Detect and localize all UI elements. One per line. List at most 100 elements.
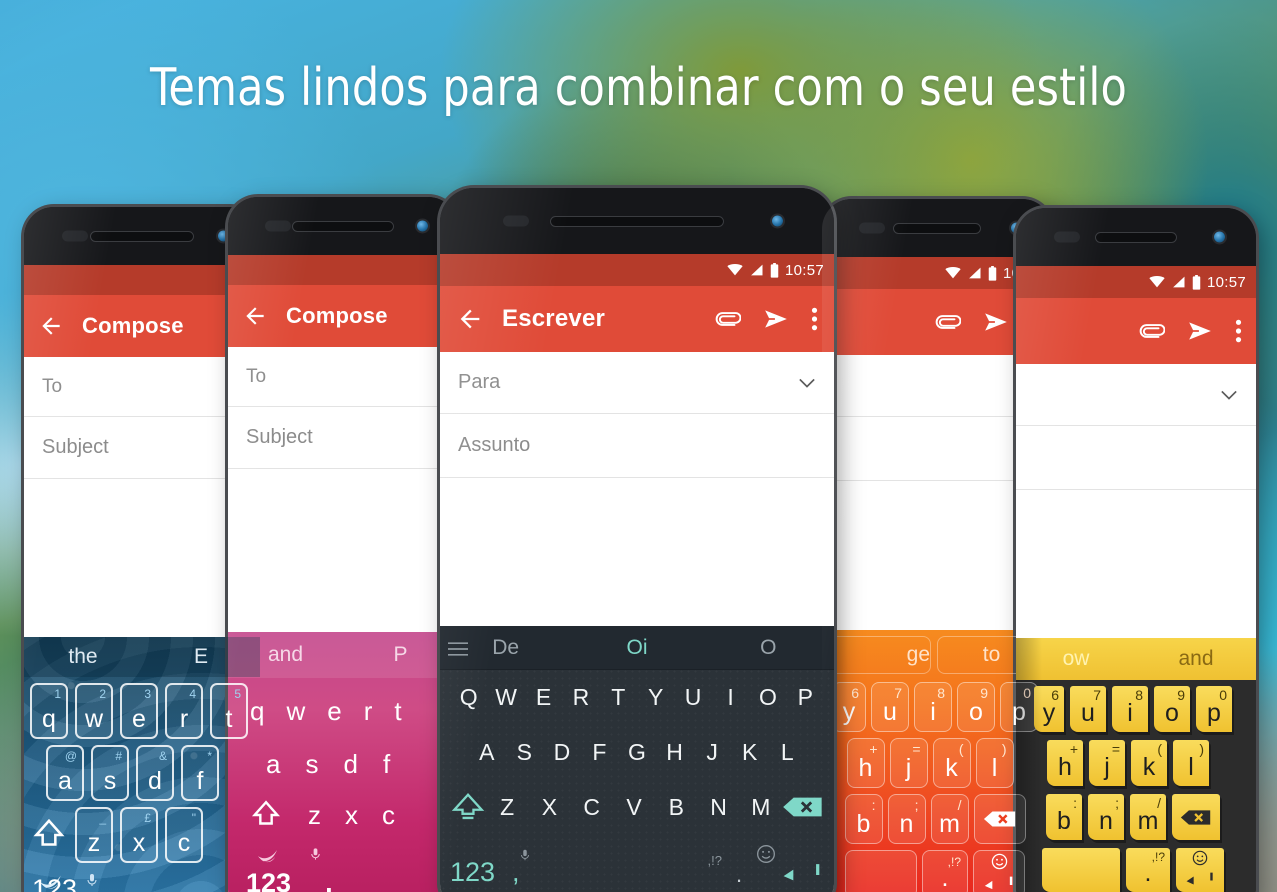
back-arrow-icon[interactable]: [242, 303, 268, 329]
space-key[interactable]: [845, 850, 917, 892]
hamburger-menu-icon[interactable]: [448, 641, 468, 657]
key-s[interactable]: s: [305, 749, 318, 780]
key-j[interactable]: = j: [889, 738, 928, 788]
comma-key[interactable]: ,: [325, 868, 333, 892]
key-t[interactable]: t: [394, 696, 401, 727]
key-i[interactable]: 8 i: [1112, 686, 1148, 732]
microphone-icon[interactable]: [308, 843, 323, 865]
back-arrow-icon[interactable]: [38, 313, 64, 339]
key-x[interactable]: x: [345, 800, 358, 831]
key-T[interactable]: T: [600, 684, 637, 711]
key-s[interactable]: # s: [91, 745, 129, 801]
emoji-icon[interactable]: [991, 853, 1008, 870]
key-J[interactable]: J: [693, 739, 731, 766]
key-X[interactable]: X: [528, 794, 570, 821]
keyboard-yellow-gold[interactable]: ow and 6 y 7 u 8 i 9 o 0 p + h = j (k)…: [1016, 638, 1256, 892]
key-Q[interactable]: Q: [450, 684, 487, 711]
suggestion-item-selected[interactable]: Oi: [571, 636, 702, 660]
key-O[interactable]: O: [749, 684, 786, 711]
microphone-icon[interactable]: [84, 868, 100, 892]
paperclip-icon[interactable]: [935, 309, 961, 335]
send-icon[interactable]: [1187, 318, 1213, 344]
key-k[interactable]: ( k: [1131, 740, 1167, 786]
subject-field[interactable]: Subject: [228, 407, 458, 469]
key-i[interactable]: 8 i: [914, 682, 952, 732]
enter-icon[interactable]: [780, 862, 824, 888]
microphone-icon[interactable]: [518, 844, 532, 866]
suggestion-bar[interactable]: the E: [24, 637, 260, 677]
key-w[interactable]: 2 w: [75, 683, 113, 739]
key-k[interactable]: ( k: [932, 738, 971, 788]
shift-icon[interactable]: [30, 810, 68, 860]
key-b[interactable]: : b: [1046, 794, 1082, 840]
numeric-key[interactable]: 123: [32, 874, 77, 892]
key-K[interactable]: K: [731, 739, 769, 766]
key-d[interactable]: & d: [136, 745, 174, 801]
paperclip-icon[interactable]: [1139, 318, 1165, 344]
suggestion-bar[interactable]: and P: [228, 632, 458, 678]
key-F[interactable]: F: [581, 739, 619, 766]
backspace-icon[interactable]: [1180, 808, 1212, 827]
keyboard-dark-teal[interactable]: De Oi O Q W E R T Y U I O P A S D F G H …: [440, 626, 834, 892]
key-l[interactable]: ) l: [1173, 740, 1209, 786]
to-field[interactable]: Para: [440, 352, 834, 414]
key-m[interactable]: / m: [930, 794, 969, 844]
key-h[interactable]: + h: [846, 738, 885, 788]
key-p[interactable]: 0 p: [1196, 686, 1232, 732]
suggestion-item[interactable]: the: [24, 645, 142, 669]
send-icon[interactable]: [763, 306, 789, 332]
emoji-icon[interactable]: [756, 844, 776, 864]
keyboard-pink-gradient[interactable]: and P q w e r t a s d f z x c 123 ,: [228, 632, 458, 892]
to-field[interactable]: To: [24, 357, 260, 417]
key-I[interactable]: I: [712, 684, 749, 711]
key-R[interactable]: R: [562, 684, 599, 711]
key-q[interactable]: q: [250, 696, 264, 727]
period-key[interactable]: ,!? .: [1126, 848, 1170, 892]
space-key[interactable]: [1042, 848, 1120, 892]
key-q[interactable]: 1 q: [30, 683, 68, 739]
key-U[interactable]: U: [674, 684, 711, 711]
message-body[interactable]: [228, 469, 458, 632]
key-l[interactable]: ) l: [975, 738, 1014, 788]
key-a[interactable]: a: [266, 749, 280, 780]
key-Y[interactable]: Y: [637, 684, 674, 711]
key-u[interactable]: 7 u: [871, 682, 909, 732]
key-d[interactable]: d: [343, 749, 357, 780]
key-f[interactable]: * f: [181, 745, 219, 801]
key-z[interactable]: z: [308, 800, 321, 831]
key-M[interactable]: M: [740, 794, 782, 821]
chevron-down-icon[interactable]: [798, 378, 816, 388]
key-e[interactable]: e: [327, 696, 341, 727]
suggestion-item[interactable]: and: [228, 643, 343, 667]
backspace-icon[interactable]: [983, 809, 1017, 829]
key-E[interactable]: E: [525, 684, 562, 711]
key-u[interactable]: 7 u: [1070, 686, 1106, 732]
key-c[interactable]: c: [382, 800, 395, 831]
key-h[interactable]: + h: [1047, 740, 1083, 786]
key-W[interactable]: W: [487, 684, 524, 711]
enter-key[interactable]: [1176, 848, 1224, 892]
enter-icon[interactable]: [1183, 871, 1217, 890]
key-o[interactable]: 9 o: [1154, 686, 1190, 732]
key-H[interactable]: H: [656, 739, 694, 766]
key-A[interactable]: A: [468, 739, 506, 766]
key-z[interactable]: _ z: [75, 807, 113, 863]
key-o[interactable]: 9 o: [957, 682, 995, 732]
key-r[interactable]: r: [364, 696, 373, 727]
to-field[interactable]: [1016, 364, 1256, 426]
key-w[interactable]: w: [286, 696, 305, 727]
key-x[interactable]: £ x: [120, 807, 158, 863]
key-P[interactable]: P: [787, 684, 824, 711]
message-body[interactable]: [1016, 490, 1256, 638]
key-r[interactable]: 4 r: [165, 683, 203, 739]
key-V[interactable]: V: [613, 794, 655, 821]
more-vertical-icon[interactable]: [1235, 318, 1242, 344]
emoji-icon[interactable]: [1192, 850, 1208, 866]
numeric-key[interactable]: 123: [450, 857, 512, 888]
message-body[interactable]: [440, 478, 834, 626]
key-c[interactable]: " c: [165, 807, 203, 863]
subject-field[interactable]: [1016, 426, 1256, 490]
period-key[interactable]: .: [722, 862, 756, 888]
key-B[interactable]: B: [655, 794, 697, 821]
shift-icon[interactable]: [450, 792, 486, 822]
